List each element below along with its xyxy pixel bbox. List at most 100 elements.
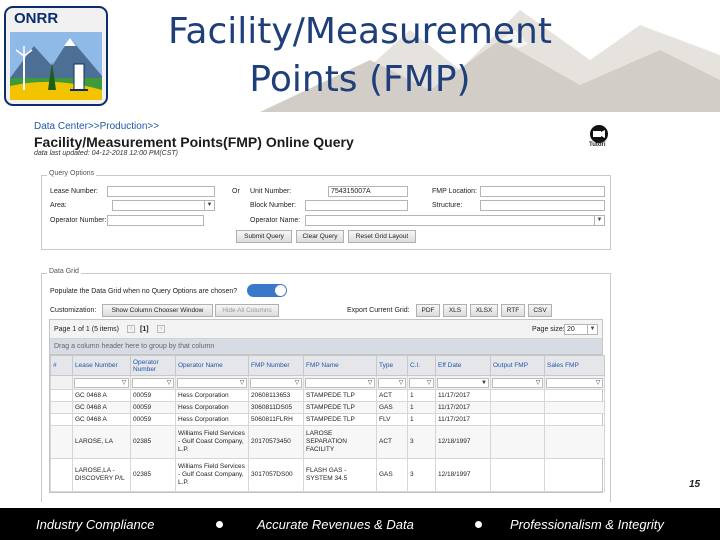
table-row[interactable]: GC 0468 A 00059 Hess Corporation 2060811… (50, 389, 605, 402)
filter-cell[interactable]: ▽ (490, 375, 545, 390)
filter-icon[interactable]: ▽ (366, 379, 374, 387)
cell-lease-number: LAROSE,LA - DISCOVERY P/L (72, 458, 131, 492)
operator-name-select[interactable]: ▼ (305, 215, 605, 226)
filter-icon[interactable]: ▽ (293, 379, 301, 387)
slide-page-number: 15 (689, 479, 701, 490)
area-select[interactable]: ▼ (112, 200, 215, 211)
cell-ci: 1 (407, 401, 436, 414)
footer-industry-compliance: Industry Compliance (36, 517, 155, 532)
fmp-location-label: FMP Location: (432, 188, 478, 195)
filter-cell[interactable]: ▽ (175, 375, 249, 390)
column-header[interactable]: Eff Date (435, 355, 491, 376)
lease-number-label: Lease Number: (50, 188, 98, 195)
pager-prev-icon[interactable]: ‹ (127, 325, 135, 333)
column-header[interactable]: Lease Number (72, 355, 131, 376)
filter-cell[interactable]: ▽ (248, 375, 304, 390)
cell-sales-fmp (544, 389, 605, 402)
filter-cell[interactable]: ▽ (407, 375, 436, 390)
filter-cell[interactable]: ▽ (376, 375, 408, 390)
reset-grid-layout-button[interactable]: Reset Grid Layout (348, 230, 416, 243)
filter-cell[interactable]: ▽ (72, 375, 131, 390)
customization-label: Customization: (50, 307, 97, 314)
filter-cell[interactable]: ▽ (130, 375, 176, 390)
cell-fmp-number: 3017057DS00 (248, 458, 304, 492)
cell-operator-name: Williams Field Services - Gulf Coast Com… (175, 425, 249, 459)
tutorial-label[interactable]: Tutori (589, 142, 606, 148)
pager-current-page[interactable]: [1] (140, 326, 149, 333)
filter-icon[interactable]: ▽ (238, 379, 246, 387)
clear-query-button[interactable]: Clear Query (296, 230, 344, 243)
column-header[interactable]: Operator Number (130, 355, 176, 376)
column-header[interactable]: FMP Number (248, 355, 304, 376)
cell-sales-fmp (544, 413, 605, 426)
column-header[interactable]: Operator Name (175, 355, 249, 376)
filter-cell[interactable]: ▽ (544, 375, 605, 390)
group-by-panel[interactable]: Drag a column header here to group by th… (50, 339, 602, 355)
column-header[interactable]: Sales FMP (544, 355, 605, 376)
table-row[interactable]: GC 0468 A 00059 Hess Corporation 5060811… (50, 413, 605, 426)
area-label: Area: (50, 202, 67, 209)
chevron-down-icon: ▼ (587, 325, 597, 334)
cell-output-fmp (490, 425, 545, 459)
block-number-input[interactable] (305, 200, 408, 211)
cell-type: GAS (376, 458, 408, 492)
column-header[interactable]: # (50, 355, 73, 376)
pager-next-icon[interactable]: › (157, 325, 165, 333)
populate-grid-toggle[interactable] (247, 284, 287, 297)
cell-index (50, 389, 73, 402)
cell-sales-fmp (544, 425, 605, 459)
lease-number-input[interactable] (107, 186, 215, 197)
cell-type: GAS (376, 401, 408, 414)
cell-type: FLV (376, 413, 408, 426)
page-size-select[interactable]: 20 ▼ (564, 324, 598, 335)
submit-query-button[interactable]: Submit Query (236, 230, 292, 243)
export-xls-button[interactable]: XLS (443, 304, 467, 317)
cell-lease-number: GC 0468 A (72, 389, 131, 402)
operator-number-input[interactable] (107, 215, 204, 226)
cell-ci: 3 (407, 458, 436, 492)
column-header[interactable]: Type (376, 355, 408, 376)
filter-icon[interactable]: ▽ (397, 379, 405, 387)
cell-operator-name: Hess Corporation (175, 401, 249, 414)
unit-number-input[interactable]: 754315007A (328, 186, 408, 197)
cell-fmp-number: 5060811FLRH (248, 413, 304, 426)
filter-icon[interactable]: ▽ (594, 379, 602, 387)
filter-cell[interactable]: ▽ (303, 375, 377, 390)
bullet-icon (475, 521, 482, 528)
column-header[interactable]: Output FMP (490, 355, 545, 376)
table-row[interactable]: GC 0468 A 00059 Hess Corporation 3060811… (50, 401, 605, 414)
filter-cell[interactable]: ▼ (435, 375, 491, 390)
structure-input[interactable] (480, 200, 605, 211)
cell-index (50, 458, 73, 492)
export-xlsx-button[interactable]: XLSX (470, 304, 498, 317)
operator-number-label: Operator Number: (50, 217, 107, 224)
results-table: # Lease Number Operator Number Operator … (50, 355, 605, 492)
cell-eff-date: 12/18/1997 (435, 458, 491, 492)
chevron-down-icon: ▼ (594, 216, 604, 225)
fmp-location-input[interactable] (480, 186, 605, 197)
cell-eff-date: 11/17/2017 (435, 389, 491, 402)
filter-icon[interactable]: ▽ (534, 379, 542, 387)
cell-output-fmp (490, 401, 545, 414)
export-csv-button[interactable]: CSV (528, 304, 552, 317)
chevron-down-icon: ▼ (204, 201, 214, 210)
show-column-chooser-button[interactable]: Show Column Chooser Window (102, 304, 213, 317)
filter-row: ▽ ▽ ▽ ▽ ▽ ▽ ▽ ▼ ▽ ▽ (50, 375, 605, 390)
footer-accurate-revenues: Accurate Revenues & Data (257, 517, 414, 532)
breadcrumb[interactable]: Data Center>>Production>> (34, 121, 159, 132)
cell-lease-number: GC 0468 A (72, 401, 131, 414)
filter-icon[interactable]: ▽ (165, 379, 173, 387)
calendar-dropdown-icon[interactable]: ▼ (480, 379, 488, 387)
column-header[interactable]: C.I. (407, 355, 436, 376)
table-row[interactable]: LAROSE,LA - DISCOVERY P/L 02385 Williams… (50, 458, 605, 492)
hide-all-columns-button[interactable]: Hide All Columns (215, 304, 279, 317)
filter-icon[interactable]: ▽ (425, 379, 433, 387)
export-rtf-button[interactable]: RTF (501, 304, 525, 317)
export-pdf-button[interactable]: PDF (416, 304, 440, 317)
page-size-value: 20 (567, 326, 575, 333)
slide-header: ONRR Facility/Measurement Points (FMP) (0, 0, 720, 112)
column-header[interactable]: FMP Name (303, 355, 377, 376)
table-row[interactable]: LAROSE, LA 02385 Williams Field Services… (50, 425, 605, 459)
filter-icon[interactable]: ▽ (120, 379, 128, 387)
cell-sales-fmp (544, 458, 605, 492)
